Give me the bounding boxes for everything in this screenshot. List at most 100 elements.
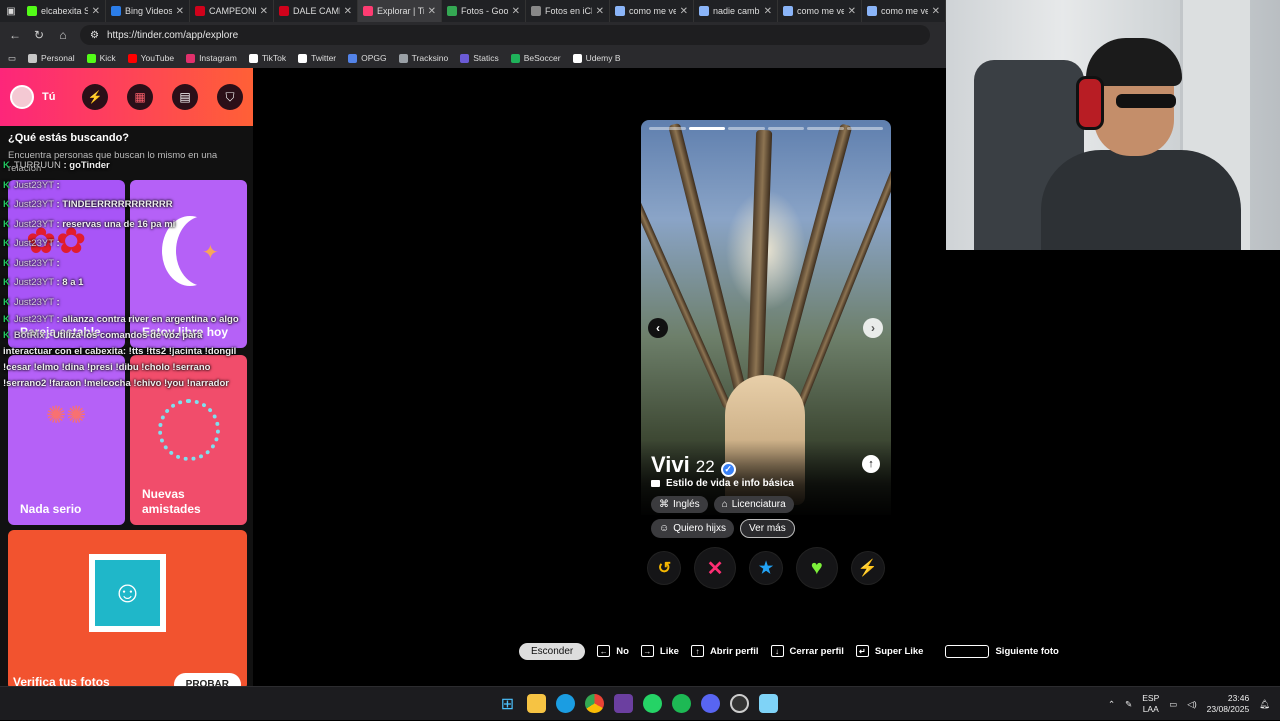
close-tab-icon[interactable]: ✕	[512, 6, 520, 17]
notifications-icon[interactable]: 🔔︎	[1259, 699, 1270, 710]
bookmark-icon	[248, 53, 258, 63]
back-icon[interactable]: ←	[8, 28, 22, 42]
browser-tab[interactable]: elcabexita S ✕	[22, 0, 106, 22]
bookmark-item[interactable]: Tracksino	[398, 53, 449, 63]
bookmark-item[interactable]: OPGG	[348, 53, 387, 63]
graduation-icon: ⌂	[721, 499, 728, 510]
network-icon[interactable]: ▭	[1169, 699, 1177, 710]
whatsapp-icon[interactable]	[643, 694, 662, 713]
bookmark-icon	[186, 53, 196, 63]
hide-shortcuts-button[interactable]: Esconder	[519, 642, 586, 660]
verified-icon: ✓	[720, 462, 736, 477]
card-verifica-fotos[interactable]: ☺ Verifica tus fotos PROBAR	[8, 530, 247, 686]
like-button[interactable]: ♥	[796, 548, 837, 588]
see-more-button[interactable]: Ver más	[740, 519, 795, 538]
discord-icon[interactable]	[701, 694, 720, 713]
photo-progress	[649, 127, 883, 130]
next-photo-icon[interactable]: ›	[863, 318, 883, 338]
clock[interactable]: 23:46 23/08/2025	[1207, 693, 1250, 715]
edge-icon[interactable]	[556, 694, 575, 713]
file-explorer-icon[interactable]	[527, 694, 546, 713]
bookmark-item[interactable]: TikTok	[248, 53, 286, 63]
browser-tab[interactable]: Fotos en iCl ✕	[526, 0, 610, 22]
site-info-icon[interactable]: ⚙	[90, 30, 99, 41]
close-tab-icon[interactable]: ✕	[596, 6, 604, 17]
bookmark-icon	[86, 53, 96, 63]
browser-tab[interactable]: CAMPEONES ✕	[190, 0, 274, 22]
close-tab-icon[interactable]: ✕	[428, 6, 436, 17]
bookmark-label: Instagram	[199, 53, 237, 63]
bookmark-item[interactable]: Twitter	[298, 53, 336, 63]
browser-tab[interactable]: como me ve ✕	[610, 0, 694, 22]
card-nuevas-amistades[interactable]: Nuevas amistades	[130, 355, 247, 525]
profile-card[interactable]: ‹ › Vivi 22 ✓ ↑ Estilo de vida e info bá…	[641, 120, 891, 590]
reading-list-icon[interactable]: ▭	[8, 53, 16, 64]
browser-tab[interactable]: como me ve ✕	[862, 0, 946, 22]
shield-icon[interactable]: ⛉	[217, 84, 243, 110]
bookmark-item[interactable]: Instagram	[186, 53, 237, 63]
tab-title: como me ve	[797, 6, 844, 16]
bookmark-item[interactable]: Udemy B	[572, 53, 621, 63]
browser-tab[interactable]: nadie camb ✕	[694, 0, 778, 22]
portfolio-icon[interactable]: ▤	[172, 84, 198, 110]
boost-button[interactable]: ⚡	[851, 552, 884, 584]
rewind-button[interactable]: ↺	[648, 552, 681, 584]
close-tab-icon[interactable]: ✕	[680, 6, 688, 17]
chrome-icon[interactable]	[585, 694, 604, 713]
close-tab-icon[interactable]: ✕	[344, 6, 352, 17]
bookmark-item[interactable]: BeSoccer	[510, 53, 561, 63]
avatar[interactable]	[10, 85, 34, 109]
browser-tab[interactable]: como me ve ✕	[778, 0, 862, 22]
profile-name[interactable]: Tú	[42, 91, 63, 103]
boost-icon[interactable]: ⚡	[82, 84, 108, 110]
profile-name: Vivi	[651, 452, 690, 477]
close-tab-icon[interactable]: ✕	[92, 6, 100, 17]
profile-age: 22	[695, 457, 715, 476]
super-like-button[interactable]: ★	[749, 552, 782, 584]
pen-icon[interactable]: ✎	[1125, 699, 1132, 710]
chevron-up-icon[interactable]: ⌃	[1108, 699, 1115, 710]
bookmark-label: Twitter	[311, 53, 337, 63]
card-nada-serio[interactable]: ✺✺ Nada serio	[8, 355, 125, 525]
browser-tab[interactable]: DALE CAMP ✕	[274, 0, 358, 22]
try-button[interactable]: PROBAR	[173, 673, 241, 686]
home-icon[interactable]: ⌂	[56, 28, 70, 42]
prev-photo-icon[interactable]: ‹	[648, 318, 668, 338]
close-tab-icon[interactable]: ✕	[176, 6, 184, 17]
tab-actions-icon[interactable]: ▣	[0, 6, 22, 17]
shortcut-item: ↵ Super Like	[855, 645, 923, 658]
bookmark-item[interactable]: Kick	[86, 53, 116, 63]
reload-icon[interactable]: ↻	[32, 28, 46, 42]
bookmark-label: Kick	[99, 53, 116, 63]
bookmark-item[interactable]: YouTube	[127, 53, 174, 63]
browser-tab[interactable]: Bing Videos ✕	[106, 0, 190, 22]
explore-grid-icon[interactable]: ▦	[127, 84, 153, 110]
close-tab-icon[interactable]: ✕	[260, 6, 268, 17]
volume-icon[interactable]: ◁)	[1187, 699, 1196, 710]
nope-button[interactable]: ✕	[695, 548, 736, 588]
keyboard-shortcuts: Esconder ← No → Like ↑ Abrir perfil ↓ Cerrar pe…	[519, 641, 1059, 661]
tab-title: Bing Videos	[125, 6, 172, 16]
notepad-icon[interactable]	[759, 694, 778, 713]
tab-title: Fotos en iCl	[545, 6, 592, 16]
start-icon[interactable]: ⊞	[498, 694, 517, 713]
open-profile-icon[interactable]: ↑	[862, 455, 880, 473]
close-tab-icon[interactable]: ✕	[932, 6, 940, 17]
url-field[interactable]: ⚙ https://tinder.com/app/explore	[80, 25, 930, 45]
spotify-icon[interactable]	[672, 694, 691, 713]
roses-icon: ✿✿	[26, 220, 87, 261]
address-bar: ← ↻ ⌂ ⚙ https://tinder.com/app/explore	[0, 22, 946, 48]
bookmark-label: Tracksino	[411, 53, 449, 63]
browser-tab[interactable]: Explorar | Ti ✕	[358, 0, 442, 22]
bookmark-item[interactable]: Personal	[28, 53, 75, 63]
obs-icon[interactable]	[730, 694, 749, 713]
card-libre-hoy[interactable]: ✦ Estoy libre hoy	[130, 180, 247, 348]
card-pareja-estable[interactable]: ✿✿ Pareja estable	[8, 180, 125, 348]
visual-studio-icon[interactable]	[614, 694, 633, 713]
language-indicator[interactable]: ESP LAA	[1142, 693, 1159, 715]
bookmark-item[interactable]: Statics	[460, 53, 499, 63]
language-icon: ⌘	[659, 499, 669, 510]
browser-tab[interactable]: Fotos - Goo ✕	[442, 0, 526, 22]
close-tab-icon[interactable]: ✕	[764, 6, 772, 17]
close-tab-icon[interactable]: ✕	[848, 6, 856, 17]
